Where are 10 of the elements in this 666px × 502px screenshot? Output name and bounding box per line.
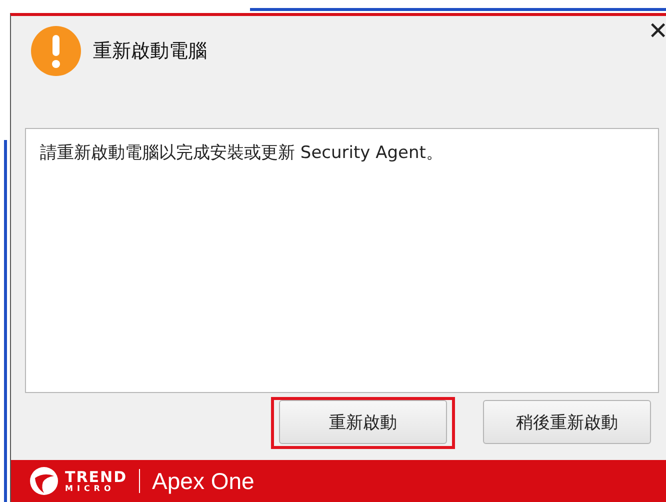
- logo-icon: [29, 466, 59, 496]
- message-text: 請重新啟動電腦以完成安裝或更新 Security Agent。: [40, 143, 443, 163]
- dialog-title: 重新啟動電腦: [93, 39, 207, 64]
- warning-icon: [31, 26, 81, 76]
- restart-later-button[interactable]: 稍後重新啟動: [483, 400, 651, 444]
- brand-name: TREND: [65, 470, 128, 484]
- brand-subname: MICRO: [65, 484, 116, 492]
- close-button[interactable]: ✕: [648, 20, 666, 44]
- restart-button[interactable]: 重新啟動: [279, 400, 447, 444]
- product-name: Apex One: [152, 468, 254, 494]
